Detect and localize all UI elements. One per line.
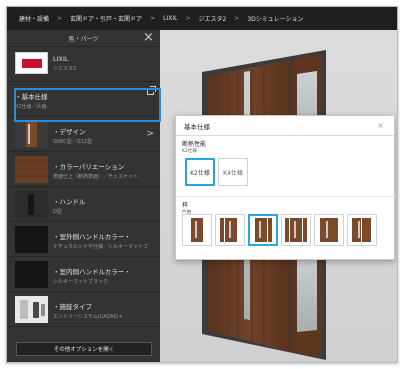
app-window: 建材・設備 > 玄関ドア・引戸・玄関ドア > LIXIL > ジエスタ2 > 3… [6,6,398,363]
sidebar-title: 色・パーツ [68,35,99,43]
handle-thumbnail [15,191,48,218]
sidebar-item-color[interactable]: ・カラーバリエーション 表面仕上（断熱表面）／チェスナット [7,152,160,187]
option-k2[interactable]: K2仕様 [185,158,215,186]
sidebar-item-brand[interactable]: LIXIL ジエスタ2 [7,47,160,82]
sidebar-item-sub: ナチュラルシナ不仕様／シルキーマットブラック [53,244,148,250]
sidebar-item-title: ・デザイン [53,128,86,136]
sidebar-item-lock-type[interactable]: ・施錠タイプ エントリーシステム(CAZAS)+ [7,292,160,327]
breadcrumb: 建材・設備 > 玄関ドア・引戸・玄関ドア > LIXIL > ジエスタ2 > 3… [7,7,397,30]
breadcrumb-item[interactable]: 建材・設備 [19,14,49,23]
breadcrumb-separator: > [150,15,156,22]
frame-option-1[interactable] [182,214,212,246]
frame-option-3-preview [255,218,272,242]
frame-option-6-preview [352,218,371,242]
sidebar-item-sub: D型 [53,209,62,215]
sidebar-item-sub: ジエスタ2 [53,66,77,72]
sidebar-item-sub: エントリーシステム(CAZAS)+ [53,314,123,320]
sidebar-item-outer-handle-color[interactable]: ・室外側ハンドルカラー・ ナチュラルシナ不仕様／シルキーマットブラック [7,222,160,257]
sidebar-header: 色・パーツ × [7,30,160,47]
dialog-title: 基本仕様 [184,122,210,131]
breadcrumb-separator: > [234,15,240,22]
close-icon[interactable]: × [142,31,155,44]
breadcrumb-separator: > [57,15,63,22]
sidebar-item-title: ・ハンドル [53,198,86,206]
sidebar-item-title: ・カラーバリエーション [53,163,125,171]
inner-handle-color-swatch [15,261,48,288]
outer-handle-color-swatch [15,226,48,253]
section-title-frame: 枠 [182,202,189,209]
sidebar-item-title: ・施錠タイプ [53,303,92,311]
frame-option-1-preview [191,218,203,242]
dialog-header: 基本仕様 × [176,116,394,136]
breadcrumb-item[interactable]: ジエスタ2 [198,14,226,23]
frame-option-4-preview [285,218,307,242]
sidebar-item-design[interactable]: ・デザイン G08C型／G12型 > [7,117,160,152]
frame-option-6[interactable] [347,214,377,246]
chevron-right-icon: > [146,129,154,139]
lixil-logo [15,52,48,74]
basic-spec-dialog: 基本仕様 × 断熱性能 K2仕様 K2仕様 K4仕様 枠 片袖 [175,115,396,260]
option-k4[interactable]: K4仕様 [218,158,248,186]
more-options-button[interactable]: その他オプションを開く [16,342,152,356]
sidebar-item-sub: 表面仕上（断熱表面）／チェスナット [53,174,139,180]
sidebar-item-title: LIXIL [53,55,69,63]
sidebar-item-title: ・室内側ハンドルカラー・ [53,268,131,276]
section-sub-insulation: K2仕様 [182,149,197,154]
door-design-thumbnail [15,121,48,148]
frame-option-5-preview [320,218,338,242]
section-title-insulation: 断熱性能 [182,141,207,148]
frame-option-2[interactable] [215,214,245,246]
parts-sidebar: 色・パーツ × LIXIL ジエスタ2 ・基本仕様 K2仕様／片袖 ・デザイン … [7,30,160,362]
breadcrumb-item[interactable]: LIXIL [163,15,177,22]
breadcrumb-separator: > [185,15,191,22]
lock-type-thumbnail [15,296,48,323]
sidebar-item-inner-handle-color[interactable]: ・室内側ハンドルカラー・ シルキーマットブラック [7,257,160,292]
sidebar-item-handle[interactable]: ・ハンドル D型 [7,187,160,222]
frame-option-2-preview [220,218,237,242]
frame-option-3[interactable] [248,214,278,246]
close-icon[interactable]: × [377,121,384,130]
breadcrumb-current: 3Dシミュレーション [247,16,304,23]
breadcrumb-item[interactable]: 玄関ドア・引戸・玄関ドア [70,14,142,23]
sidebar-item-sub: シルキーマットブラック [53,279,109,285]
frame-option-4[interactable] [281,214,311,246]
sidebar-item-title: ・室外側ハンドルカラー・ [53,233,131,241]
selected-item-highlight [14,88,161,122]
sidebar-item-sub: G08C型／G12型 [53,139,92,145]
wood-color-swatch [15,156,48,183]
frame-option-5[interactable] [314,214,344,246]
